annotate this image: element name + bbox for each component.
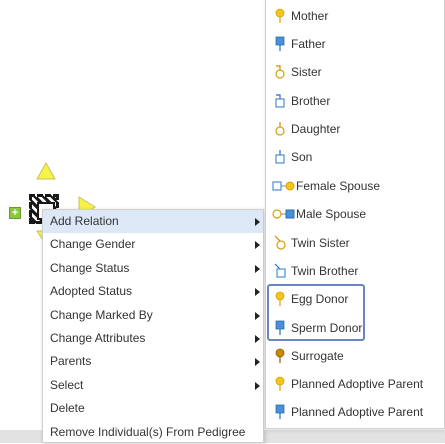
male-spouse-icon xyxy=(272,209,295,219)
submenu-item-mother[interactable]: Mother xyxy=(266,4,444,28)
menu-item-label: Remove Individual(s) From Pedigree xyxy=(50,424,246,439)
submenu-item-label: Twin Sister xyxy=(291,236,350,250)
submenu-item-male-spouse[interactable]: Male Spouse xyxy=(266,202,444,226)
menu-item-parents[interactable]: Parents xyxy=(43,350,263,373)
submenu-arrow-icon xyxy=(255,288,260,297)
menu-item-change-attributes[interactable]: Change Attributes xyxy=(43,327,263,350)
submenu-arrow-icon xyxy=(255,241,260,250)
submenu-item-brother[interactable]: Brother xyxy=(266,89,444,113)
submenu-item-label: Sperm Donor xyxy=(291,321,363,335)
planned-adoptive-female-icon xyxy=(275,376,285,391)
submenu-arrow-icon xyxy=(255,218,260,226)
egg-donor-icon xyxy=(275,291,285,306)
twin-sister-icon xyxy=(274,235,286,250)
submenu-item-female-spouse[interactable]: Female Spouse xyxy=(266,174,444,198)
menu-item-label: Change Status xyxy=(50,260,130,275)
female-spouse-icon xyxy=(272,181,295,191)
context-menu: Add Relation Change Gender Change Status… xyxy=(42,209,264,443)
submenu-item-label: Planned Adoptive Parent xyxy=(291,377,424,391)
sister-icon xyxy=(275,65,285,79)
planned-adoptive-male-icon xyxy=(275,404,285,419)
submenu-item-label: Sister xyxy=(291,65,322,79)
submenu-item-twin-sister[interactable]: Twin Sister xyxy=(266,231,444,255)
submenu-item-egg-donor[interactable]: Egg Donor xyxy=(266,287,444,311)
female-yellow-icon xyxy=(275,8,285,23)
expand-up-triangle[interactable] xyxy=(36,162,56,180)
sperm-donor-icon xyxy=(275,320,285,335)
submenu-item-label: Planned Adoptive Parent xyxy=(291,405,424,419)
submenu-arrow-icon xyxy=(255,358,260,367)
submenu-item-daughter[interactable]: Daughter xyxy=(266,117,444,141)
add-button[interactable]: + xyxy=(9,207,21,219)
submenu-item-surrogate[interactable]: Surrogate xyxy=(266,344,444,368)
menu-item-change-marked-by[interactable]: Change Marked By xyxy=(43,304,263,327)
menu-item-label: Change Marked By xyxy=(50,307,153,322)
submenu-arrow-icon xyxy=(255,311,260,320)
menu-item-label: Change Gender xyxy=(50,237,136,252)
submenu-item-label: Brother xyxy=(291,94,331,108)
son-icon xyxy=(275,150,285,164)
menu-item-change-gender[interactable]: Change Gender xyxy=(43,233,263,256)
submenu-item-sister[interactable]: Sister xyxy=(266,60,444,84)
male-blue-icon xyxy=(275,36,285,51)
submenu-arrow-icon xyxy=(255,334,260,343)
submenu-item-label: Mother xyxy=(291,9,329,23)
menu-item-label: Change Attributes xyxy=(50,330,146,345)
submenu-item-planned-adoptive-parent-male[interactable]: Planned Adoptive Parent xyxy=(266,400,444,424)
submenu-arrow-icon xyxy=(255,381,260,390)
submenu-item-twin-brother[interactable]: Twin Brother xyxy=(266,259,444,283)
submenu-item-label: Twin Brother xyxy=(291,264,359,278)
menu-item-remove-individual[interactable]: Remove Individual(s) From Pedigree xyxy=(43,421,263,444)
submenu-item-son[interactable]: Son xyxy=(266,145,444,169)
submenu-item-label: Female Spouse xyxy=(296,179,381,193)
surrogate-icon xyxy=(275,348,285,363)
submenu-item-label: Surrogate xyxy=(291,349,344,363)
menu-item-adopted-status[interactable]: Adopted Status xyxy=(43,280,263,303)
twin-brother-icon xyxy=(274,263,286,278)
daughter-icon xyxy=(275,122,285,136)
submenu-item-label: Father xyxy=(291,37,326,51)
menu-item-label: Parents xyxy=(50,354,92,369)
submenu-item-planned-adoptive-parent-female[interactable]: Planned Adoptive Parent xyxy=(266,372,444,396)
menu-item-label: Add Relation xyxy=(50,214,119,228)
menu-item-change-status[interactable]: Change Status xyxy=(43,257,263,280)
submenu-arrow-icon xyxy=(255,264,260,273)
submenu-item-label: Daughter xyxy=(291,122,341,136)
menu-item-label: Adopted Status xyxy=(50,284,133,299)
submenu-item-father[interactable]: Father xyxy=(266,32,444,56)
menu-item-delete[interactable]: Delete xyxy=(43,397,263,420)
submenu-item-label: Egg Donor xyxy=(291,292,349,306)
add-relation-submenu: Mother Father Sister Brother Daughter So… xyxy=(265,0,445,429)
menu-item-add-relation[interactable]: Add Relation xyxy=(43,210,263,234)
submenu-item-label: Male Spouse xyxy=(296,207,367,221)
menu-item-select[interactable]: Select xyxy=(43,374,263,397)
submenu-item-sperm-donor[interactable]: Sperm Donor xyxy=(266,316,444,340)
brother-icon xyxy=(275,94,285,108)
menu-item-label: Select xyxy=(50,377,84,392)
menu-item-label: Delete xyxy=(50,401,85,416)
submenu-item-label: Son xyxy=(291,150,313,164)
